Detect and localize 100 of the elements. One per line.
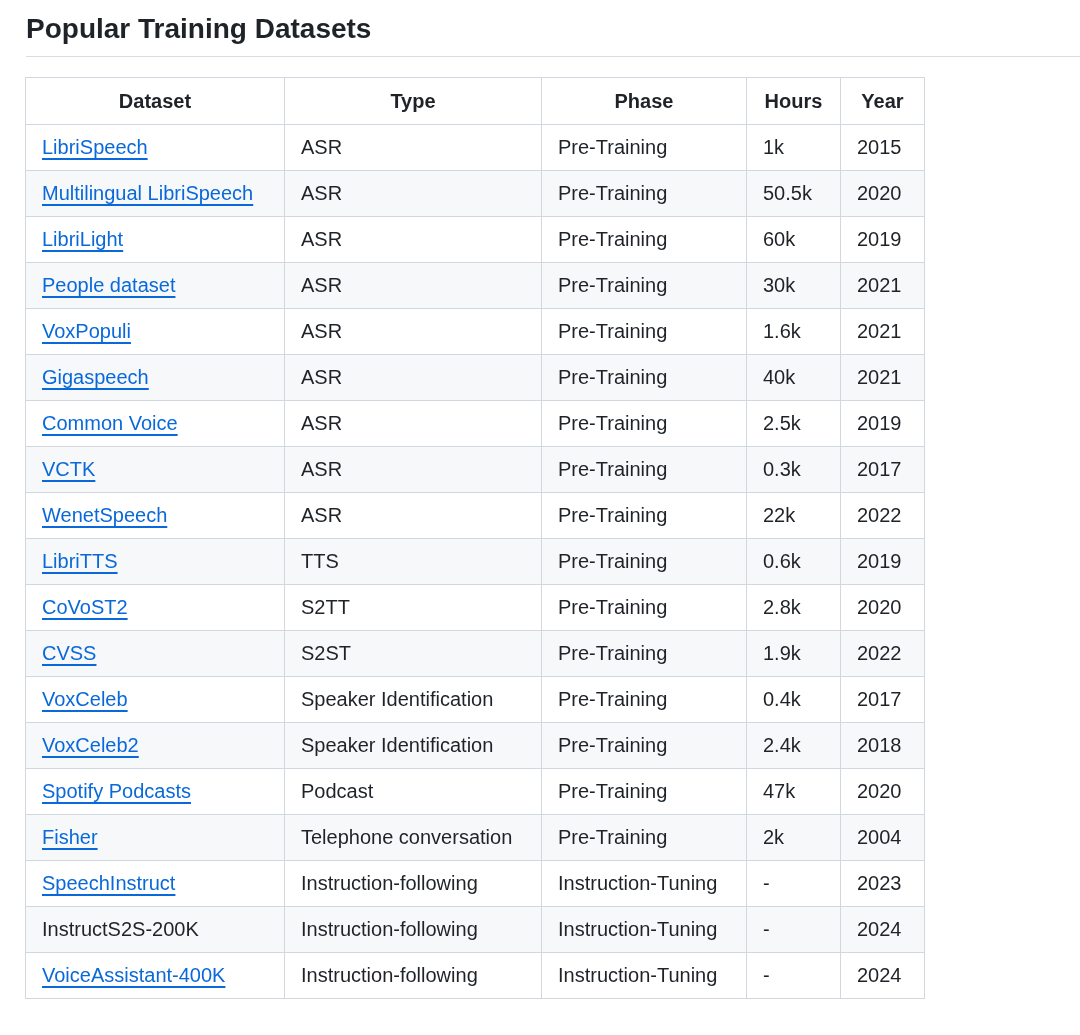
table-cell: Pre-Training bbox=[541, 400, 747, 447]
table-cell: 2.8k bbox=[746, 584, 841, 631]
table-cell: Pre-Training bbox=[541, 262, 747, 309]
dataset-link[interactable]: Multilingual LibriSpeech bbox=[42, 182, 254, 204]
table-cell: 1.9k bbox=[746, 630, 841, 677]
table-cell: Pre-Training bbox=[541, 814, 747, 861]
table-cell: 30k bbox=[746, 262, 841, 309]
table-cell: 47k bbox=[746, 768, 841, 815]
table-cell: Instruction-Tuning bbox=[541, 952, 747, 999]
table-cell: Pre-Training bbox=[541, 170, 747, 217]
table-cell: ASR bbox=[284, 354, 542, 401]
table-cell: ASR bbox=[284, 308, 542, 355]
table-cell: Instruction-Tuning bbox=[541, 860, 747, 907]
table-cell: Pre-Training bbox=[541, 446, 747, 493]
table-cell: 0.6k bbox=[746, 538, 841, 585]
dataset-link[interactable]: Spotify Podcasts bbox=[42, 780, 191, 802]
table-cell: TTS bbox=[284, 538, 542, 585]
dataset-link[interactable]: LibriTTS bbox=[42, 550, 118, 572]
table-cell: ASR bbox=[284, 492, 542, 539]
table-cell: 2023 bbox=[840, 860, 925, 907]
table-cell: - bbox=[746, 906, 841, 953]
table-cell: Pre-Training bbox=[541, 354, 747, 401]
table-cell: 2019 bbox=[840, 216, 925, 263]
table-cell: 2015 bbox=[840, 124, 925, 171]
dataset-link[interactable]: Gigaspeech bbox=[42, 366, 149, 388]
table-cell: S2TT bbox=[284, 584, 542, 631]
dataset-link[interactable]: SpeechInstruct bbox=[42, 872, 176, 894]
table-cell: 2020 bbox=[840, 170, 925, 217]
table-cell: 22k bbox=[746, 492, 841, 539]
table-cell: 50.5k bbox=[746, 170, 841, 217]
table-cell: 2019 bbox=[840, 538, 925, 585]
table-cell: Speaker Identification bbox=[284, 722, 542, 769]
dataset-link[interactable]: VoxCeleb2 bbox=[42, 734, 139, 756]
table-cell: Telephone conversation bbox=[284, 814, 542, 861]
table-cell: 2020 bbox=[840, 768, 925, 815]
table-cell: 60k bbox=[746, 216, 841, 263]
table-cell: 2021 bbox=[840, 308, 925, 355]
table-cell: 2018 bbox=[840, 722, 925, 769]
dataset-link[interactable]: VoxPopuli bbox=[42, 320, 131, 342]
table-cell: 2017 bbox=[840, 676, 925, 723]
column-header: Hours bbox=[746, 77, 841, 125]
dataset-link[interactable]: CVSS bbox=[42, 642, 97, 664]
table-cell: InstructS2S-200K bbox=[25, 906, 285, 953]
table-cell: Instruction-following bbox=[284, 906, 542, 953]
table-cell: Pre-Training bbox=[541, 124, 747, 171]
table-cell: Pre-Training bbox=[541, 584, 747, 631]
table-cell: 2020 bbox=[840, 584, 925, 631]
table-cell: Pre-Training bbox=[541, 308, 747, 355]
table-cell: 2022 bbox=[840, 492, 925, 539]
table-cell: 2017 bbox=[840, 446, 925, 493]
dataset-link[interactable]: VCTK bbox=[42, 458, 96, 480]
dataset-link[interactable]: WenetSpeech bbox=[42, 504, 168, 526]
dataset-link[interactable]: VoxCeleb bbox=[42, 688, 128, 710]
dataset-link[interactable]: People dataset bbox=[42, 274, 176, 296]
table-cell: 0.4k bbox=[746, 676, 841, 723]
table-cell: 0.3k bbox=[746, 446, 841, 493]
dataset-link[interactable]: LibriLight bbox=[42, 228, 124, 250]
table-cell: 2024 bbox=[840, 906, 925, 953]
dataset-link[interactable]: Common Voice bbox=[42, 412, 178, 434]
table-cell: Instruction-Tuning bbox=[541, 906, 747, 953]
table-cell: ASR bbox=[284, 216, 542, 263]
column-header: Dataset bbox=[25, 77, 285, 125]
table-cell: Pre-Training bbox=[541, 768, 747, 815]
table-cell: Pre-Training bbox=[541, 216, 747, 263]
dataset-link[interactable]: CoVoST2 bbox=[42, 596, 128, 618]
table-cell: - bbox=[746, 952, 841, 999]
table-cell: 2021 bbox=[840, 262, 925, 309]
table-cell: - bbox=[746, 860, 841, 907]
table-cell: 2.5k bbox=[746, 400, 841, 447]
column-header: Phase bbox=[541, 77, 747, 125]
table-cell: Pre-Training bbox=[541, 676, 747, 723]
column-header: Type bbox=[284, 77, 542, 125]
table-cell: Speaker Identification bbox=[284, 676, 542, 723]
table-cell: 2022 bbox=[840, 630, 925, 677]
table-cell: 2.4k bbox=[746, 722, 841, 769]
dataset-link[interactable]: LibriSpeech bbox=[42, 136, 148, 158]
table-cell: ASR bbox=[284, 446, 542, 493]
table-cell: 1k bbox=[746, 124, 841, 171]
dataset-link[interactable]: VoiceAssistant-400K bbox=[42, 964, 226, 986]
table-cell: 1.6k bbox=[746, 308, 841, 355]
table-cell: 2019 bbox=[840, 400, 925, 447]
table-cell: Podcast bbox=[284, 768, 542, 815]
table-cell: 2k bbox=[746, 814, 841, 861]
table-cell: Pre-Training bbox=[541, 722, 747, 769]
table-cell: ASR bbox=[284, 170, 542, 217]
table-cell: Instruction-following bbox=[284, 952, 542, 999]
table-cell: 2024 bbox=[840, 952, 925, 999]
section-heading: Popular Training Datasets bbox=[26, 10, 1080, 57]
table-cell: ASR bbox=[284, 400, 542, 447]
table-cell: S2ST bbox=[284, 630, 542, 677]
table-cell: ASR bbox=[284, 262, 542, 309]
table-cell: 2004 bbox=[840, 814, 925, 861]
table-cell: Pre-Training bbox=[541, 630, 747, 677]
column-header: Year bbox=[840, 77, 925, 125]
table-cell: Instruction-following bbox=[284, 860, 542, 907]
table-cell: Pre-Training bbox=[541, 492, 747, 539]
table-cell: Pre-Training bbox=[541, 538, 747, 585]
dataset-link[interactable]: Fisher bbox=[42, 826, 98, 848]
table-cell: 2021 bbox=[840, 354, 925, 401]
table-cell: ASR bbox=[284, 124, 542, 171]
